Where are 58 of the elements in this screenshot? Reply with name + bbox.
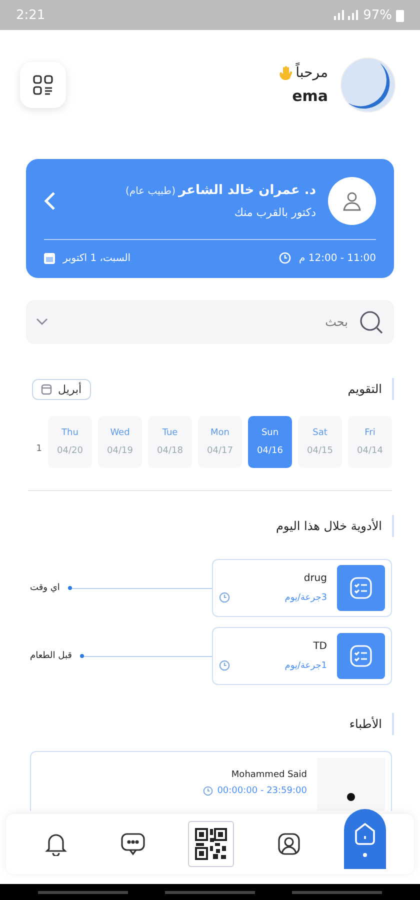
profile-icon	[276, 832, 301, 856]
calendar-icon	[44, 252, 55, 264]
day-tile[interactable]: Sat 04/15	[298, 416, 342, 468]
medication-name: TD	[312, 641, 327, 652]
dose-text: 3جرعة/يوم	[284, 592, 327, 602]
clock-icon	[219, 660, 230, 671]
search-icon	[358, 309, 384, 335]
checklist-icon	[349, 644, 373, 668]
section-title: الأدوية خلال هذا اليوم	[276, 515, 394, 537]
chat-icon	[120, 832, 146, 856]
battery-icon	[396, 8, 404, 22]
day-tile[interactable]: Thu 04/20	[48, 416, 92, 468]
person-icon	[342, 191, 362, 211]
user-name: ema	[292, 87, 328, 105]
doctor-card[interactable]: Mohammed Said 00:00:00 - 23:59:00	[30, 751, 392, 811]
home-icon	[352, 821, 377, 847]
day-date: 1	[35, 443, 42, 456]
timing-label: قبل الطعام	[30, 651, 72, 661]
signal-icon	[333, 10, 360, 20]
dot-icon	[347, 793, 355, 801]
day-tile[interactable]: Wed 04/19	[98, 416, 142, 468]
dose-text: 1جرعة/يوم	[284, 660, 327, 670]
day-tile[interactable]: Tue 04/18	[148, 416, 192, 468]
timing-label: اي وقت	[30, 583, 60, 593]
greeting-text: مرحباً	[296, 65, 328, 81]
search-input[interactable]: بحث	[56, 314, 350, 330]
grid-icon	[32, 74, 54, 96]
appointment-time: 11:00 - 12:00 م	[299, 252, 376, 264]
day-tile[interactable]: Fri 04/14	[348, 416, 392, 468]
appointment-date: السبت، 1 اكتوبر	[63, 252, 131, 264]
day-tile[interactable]: Sun 04/16	[248, 416, 292, 468]
nav-button[interactable]	[188, 821, 234, 867]
clock-icon	[279, 252, 291, 264]
waving-hand-icon	[278, 65, 294, 81]
working-hours: 00:00:00 - 23:59:00	[217, 786, 307, 796]
status-time: 2:21	[16, 8, 46, 22]
clock-icon	[203, 786, 214, 796]
doctor-name: د. عمران خالد الشاعر	[178, 183, 316, 198]
doctor-name: Mohammed Said	[230, 770, 307, 780]
clock-icon	[219, 592, 230, 603]
chevron-left-icon[interactable]	[44, 191, 56, 211]
doctor-subtitle: دكتور بالقرب منك	[233, 206, 316, 219]
qr-code-icon	[192, 826, 229, 862]
checklist-icon	[349, 576, 373, 600]
medication-name: drug	[302, 573, 327, 584]
calendar-icon	[41, 384, 52, 394]
search-field[interactable]: بحث	[26, 300, 394, 344]
bell-icon	[45, 832, 68, 856]
chevron-down-icon	[36, 318, 48, 326]
month-picker[interactable]: أبريل	[32, 378, 91, 400]
section-title: التقويم	[348, 378, 394, 400]
section-title: الأطباء	[349, 713, 394, 735]
avatar	[340, 57, 396, 113]
appointment-card[interactable]: د. عمران خالد الشاعر (طبيب عام) دكتور بالقرب منك 11:00 - 12:00 م السبت، 1 اكتوبر	[26, 159, 394, 278]
day-tile[interactable]: Mon 04/17	[198, 416, 242, 468]
doctor-specialty: (طبيب عام)	[126, 186, 176, 197]
menu-button[interactable]	[20, 62, 66, 108]
battery-percent: 97%	[363, 8, 392, 22]
